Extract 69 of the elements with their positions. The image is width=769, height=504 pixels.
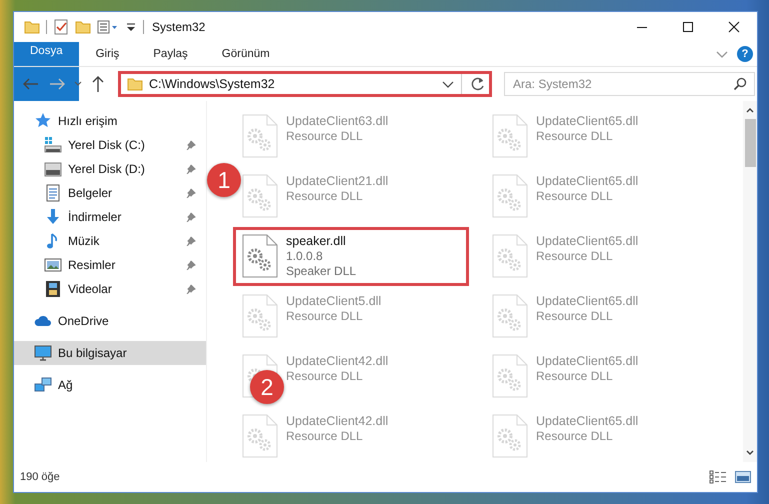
- drive-icon: [44, 160, 62, 178]
- file-tab[interactable]: Dosya: [14, 42, 79, 101]
- item-count: 190 öğe: [20, 471, 60, 483]
- pin-icon[interactable]: [186, 260, 196, 270]
- pin-icon[interactable]: [186, 164, 196, 174]
- document-icon: [44, 184, 62, 202]
- sidebar-item[interactable]: Yerel Disk (C:): [14, 133, 206, 157]
- gear-file-icon: [492, 114, 528, 158]
- address-bar[interactable]: C:\Windows\System32: [118, 71, 492, 97]
- gear-file-icon: [242, 174, 278, 218]
- help-button[interactable]: ?: [737, 46, 753, 62]
- star-icon: [34, 112, 52, 130]
- file-detail: Resource DLL: [536, 429, 614, 444]
- pin-icon[interactable]: [186, 212, 196, 222]
- folder-icon[interactable]: [24, 19, 40, 35]
- gear-file-icon: [242, 234, 278, 278]
- file-detail: Speaker DLL: [286, 264, 356, 279]
- file-detail: Resource DLL: [286, 189, 364, 204]
- file-detail: Resource DLL: [536, 309, 614, 324]
- gear-file-icon: [242, 294, 278, 338]
- properties-icon[interactable]: [97, 19, 119, 35]
- sidebar-item[interactable]: Resimler: [14, 253, 206, 277]
- file-detail: Resource DLL: [286, 129, 364, 144]
- picture-view-icon[interactable]: [735, 471, 751, 483]
- sidebar-item[interactable]: Hızlı erişim: [14, 109, 206, 133]
- file-detail: Resource DLL: [536, 189, 614, 204]
- scroll-thumb[interactable]: [744, 119, 756, 167]
- window-title: System32: [152, 20, 206, 34]
- file-detail: Resource DLL: [286, 309, 364, 324]
- sidebar-item[interactable]: OneDrive: [14, 309, 206, 333]
- sidebar-item[interactable]: Bu bilgisayar: [14, 341, 206, 365]
- checklist-icon[interactable]: [53, 19, 69, 35]
- details-view-icon[interactable]: [709, 470, 727, 484]
- search-field[interactable]: Ara: System32: [504, 72, 755, 96]
- gear-file-icon: [492, 294, 528, 338]
- file-name: speaker.dll: [286, 234, 347, 249]
- pin-icon[interactable]: [186, 188, 196, 198]
- file-detail: Resource DLL: [286, 429, 364, 444]
- gear-file-icon: [492, 174, 528, 218]
- file-detail: Resource DLL: [286, 369, 364, 384]
- file-detail: Resource DLL: [536, 369, 614, 384]
- sidebar-item[interactable]: İndirmeler: [14, 205, 206, 229]
- file-item[interactable]: speaker.dll 1.0.0.8 Speaker DLL: [233, 227, 469, 286]
- sidebar-item[interactable]: Yerel Disk (D:): [14, 157, 206, 181]
- monitor-icon: [34, 344, 52, 362]
- pin-icon[interactable]: [186, 236, 196, 246]
- pin-icon[interactable]: [186, 140, 196, 150]
- download-arrow-icon: [44, 208, 62, 226]
- network-icon: [34, 376, 52, 394]
- file-detail: Resource DLL: [536, 249, 614, 264]
- scrollbar[interactable]: [743, 101, 757, 462]
- gear-file-icon: [492, 414, 528, 458]
- address-path: C:\Windows\System32: [149, 77, 276, 91]
- sidebar-item[interactable]: Belgeler: [14, 181, 206, 205]
- sidebar-item[interactable]: Ağ: [14, 373, 206, 397]
- picture-icon: [44, 256, 62, 274]
- film-icon: [44, 280, 62, 298]
- sidebar-item[interactable]: Videolar: [14, 277, 206, 301]
- pin-icon[interactable]: [186, 284, 196, 294]
- folder-icon: [127, 76, 143, 92]
- gear-file-icon: [492, 354, 528, 398]
- file-detail: Resource DLL: [536, 129, 614, 144]
- gear-file-icon: [242, 114, 278, 158]
- gear-file-icon: [242, 414, 278, 458]
- folder-icon[interactable]: [75, 19, 91, 35]
- file-detail: 1.0.0.8: [286, 249, 324, 264]
- gear-file-icon: [492, 234, 528, 278]
- drive-icon: [44, 136, 62, 154]
- sidebar-item[interactable]: Müzik: [14, 229, 206, 253]
